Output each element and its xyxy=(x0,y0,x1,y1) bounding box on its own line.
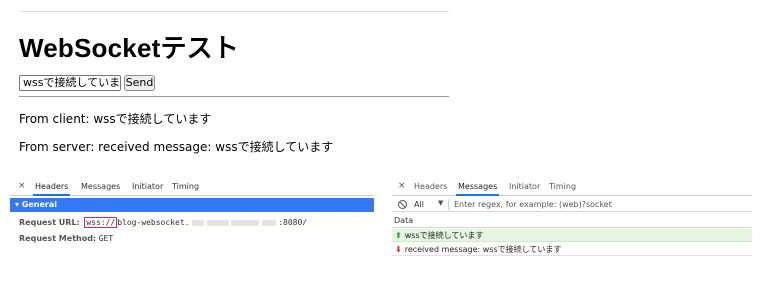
messages-filter-bar: All ▼ xyxy=(392,198,752,212)
message-row[interactable]: ⬆ wssで接続しています xyxy=(392,229,752,242)
request-url-port: :8080/ xyxy=(278,218,308,227)
tab-initiator[interactable]: Initiator xyxy=(509,182,540,191)
request-method-label: Request Method: xyxy=(19,234,97,243)
redacted-segment xyxy=(231,219,260,226)
redacted-segment xyxy=(206,219,229,226)
request-url-row: Request URL: wss://blog-websocket. :8080… xyxy=(19,217,308,228)
tab-headers[interactable]: Headers xyxy=(32,182,71,196)
devtools-messages-tab-bar: × Headers Messages Initiator Timing xyxy=(392,178,752,196)
message-input[interactable]: wssで接続しています xyxy=(19,75,121,91)
data-column-header: Data xyxy=(392,214,752,228)
client-message-line: From client: wssで接続しています xyxy=(19,112,212,126)
received-arrow-icon: ⬇ xyxy=(395,245,402,254)
tab-messages[interactable]: Messages xyxy=(81,182,120,191)
regex-filter-input[interactable] xyxy=(454,198,750,211)
tab-messages[interactable]: Messages xyxy=(455,182,500,196)
general-section-header[interactable]: ▾ General xyxy=(10,198,374,212)
close-icon[interactable]: × xyxy=(18,181,26,191)
request-method-value: GET xyxy=(98,234,114,243)
message-type-filter[interactable]: All xyxy=(414,200,424,209)
tab-initiator[interactable]: Initiator xyxy=(132,182,163,191)
server-message-line: From server: received message: wssで接続してい… xyxy=(19,140,334,154)
tab-headers[interactable]: Headers xyxy=(414,182,447,191)
tab-timing[interactable]: Timing xyxy=(172,182,199,191)
chevron-down-icon[interactable]: ▼ xyxy=(438,199,443,207)
top-divider xyxy=(19,11,449,12)
message-text: wssで接続しています xyxy=(404,231,484,240)
page-title: WebSocketテスト xyxy=(19,33,240,63)
form-divider xyxy=(19,96,449,97)
request-url-label: Request URL: xyxy=(19,218,80,227)
sent-arrow-icon: ⬆ xyxy=(395,231,402,240)
send-button[interactable]: Send xyxy=(124,75,155,91)
redacted-segment xyxy=(192,219,205,226)
request-url-host: blog-websocket. xyxy=(117,218,190,227)
close-icon[interactable]: × xyxy=(398,181,406,191)
clear-messages-icon[interactable] xyxy=(398,200,407,209)
redacted-segment xyxy=(261,219,276,226)
tab-timing[interactable]: Timing xyxy=(549,182,576,191)
devtools-tab-bar: × Headers Messages Initiator Timing xyxy=(10,178,374,196)
request-url-scheme: wss:// xyxy=(84,217,118,228)
message-row[interactable]: ⬇ received message: wssで接続しています xyxy=(392,243,752,256)
request-method-row: Request Method: GET xyxy=(19,234,113,243)
message-text: received message: wssで接続しています xyxy=(404,245,562,254)
filter-divider xyxy=(448,199,449,210)
